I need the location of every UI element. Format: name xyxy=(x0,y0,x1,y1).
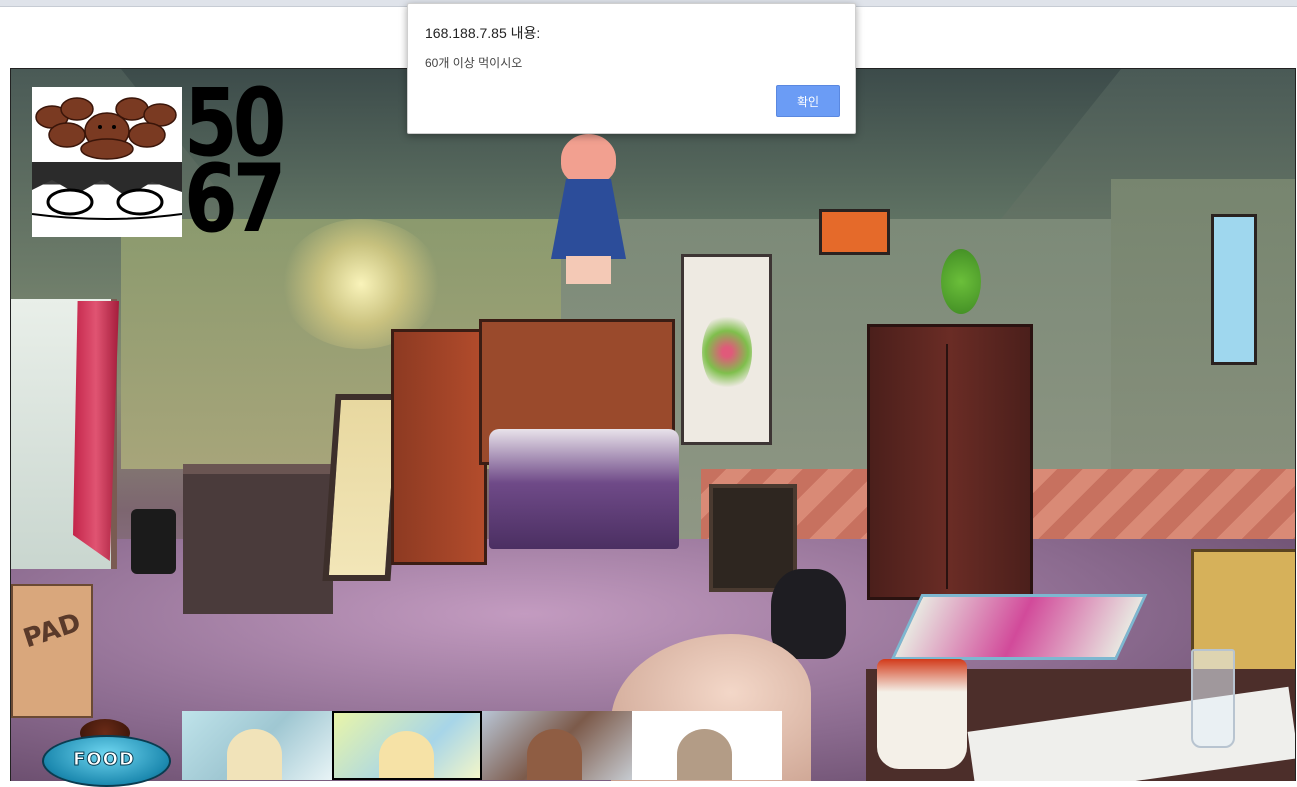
character-card-row xyxy=(182,711,782,780)
room-door xyxy=(867,324,1033,600)
flower-poster xyxy=(681,254,772,445)
character-card-4[interactable] xyxy=(632,711,782,780)
ramen-cup xyxy=(877,659,967,769)
dialog-title: 168.188.7.85 내용: xyxy=(425,25,541,41)
pad-box: PAD xyxy=(11,584,93,718)
character-legs xyxy=(566,256,611,284)
character-uniform xyxy=(551,179,626,259)
hanging-plant xyxy=(941,249,981,314)
wall-sign xyxy=(819,209,890,255)
tall-poster xyxy=(1211,214,1257,365)
desk xyxy=(183,464,333,614)
flower-art xyxy=(702,312,752,392)
character-card-2[interactable] xyxy=(332,711,482,780)
bed xyxy=(489,429,679,549)
character-card-1[interactable] xyxy=(182,711,332,780)
door-split-line xyxy=(946,344,948,589)
water-glass xyxy=(1191,649,1235,748)
pad-box-label: PAD xyxy=(19,607,85,655)
ok-button[interactable]: 확인 xyxy=(776,85,840,117)
character-card-3[interactable] xyxy=(482,711,632,780)
food-bowl-button[interactable]: FOOD xyxy=(42,715,171,787)
card-portrait xyxy=(677,729,732,780)
card-portrait xyxy=(527,729,582,780)
card-portrait xyxy=(379,731,434,778)
rug xyxy=(890,594,1148,660)
food-pile-icon xyxy=(32,87,182,162)
demon-girl-character[interactable] xyxy=(541,134,631,284)
food-bowl-label: FOOD xyxy=(73,749,135,771)
character-hair xyxy=(561,134,616,184)
player-face-icon xyxy=(32,162,182,237)
wardrobe xyxy=(391,329,487,565)
trash-can xyxy=(131,509,176,574)
dialog-message: 60개 이상 먹이시오 xyxy=(425,56,523,70)
garbage-bag xyxy=(771,569,846,659)
alert-dialog: 168.188.7.85 내용: 60개 이상 먹이시오 확인 xyxy=(407,3,856,134)
time-remaining: 67 xyxy=(184,145,286,254)
card-portrait xyxy=(227,729,282,780)
